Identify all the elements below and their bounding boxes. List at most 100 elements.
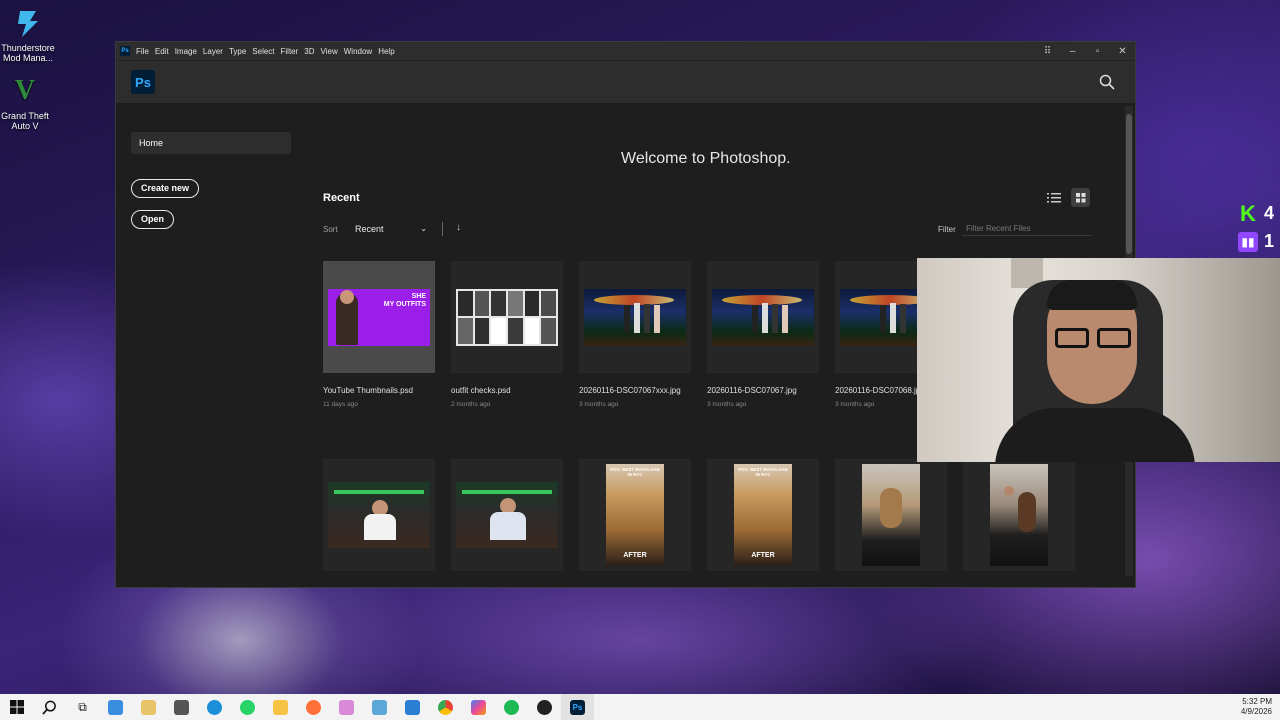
copilot-icon[interactable] [462, 694, 495, 720]
filter-recent-files-input[interactable] [962, 222, 1092, 236]
file-explorer-icon[interactable] [264, 694, 297, 720]
list-view-icon[interactable] [1046, 190, 1062, 206]
menu-view[interactable]: View [321, 47, 338, 56]
webcam-overlay [917, 258, 1280, 462]
close-button[interactable]: ✕ [1110, 46, 1135, 57]
thumbnail-text: MY OUTFITS [383, 300, 426, 308]
search-icon[interactable] [1099, 74, 1115, 90]
file-name: outfit checks.psd [451, 386, 511, 395]
menu-image[interactable]: Image [175, 47, 197, 56]
file-name: YouTube Thumbnails.psd [323, 386, 413, 395]
app-icon[interactable] [330, 694, 363, 720]
app-icon[interactable] [363, 694, 396, 720]
menu-layer[interactable]: Layer [203, 47, 223, 56]
file-thumbnail [579, 261, 691, 373]
taskbar: ⧉ Ps 5:32 PM 4/9/2026 [0, 694, 1280, 720]
menu-select[interactable]: Select [252, 47, 274, 56]
recent-file-card[interactable]: POV: BEST BAYALAGE IN NYC AFTER [579, 459, 691, 571]
firefox-icon[interactable] [297, 694, 330, 720]
desktop-icon-label: Grand Theft Auto V [1, 111, 49, 131]
recent-file-card[interactable]: 20260116-DSC07067.jpg 3 months ago [707, 261, 819, 408]
task-view-icon[interactable]: ⧉ [66, 694, 99, 720]
recent-file-card[interactable] [323, 459, 435, 571]
calculator-icon[interactable] [165, 694, 198, 720]
desktop-icon-thunderstore[interactable]: Thunderstore Mod Mana... [0, 6, 56, 63]
recent-file-card[interactable] [835, 459, 947, 571]
photoshop-logo[interactable]: Ps [131, 70, 155, 94]
menu-filter[interactable]: Filter [281, 47, 299, 56]
sort-value: Recent [355, 224, 384, 234]
file-thumbnail [451, 459, 563, 571]
widgets-icon[interactable] [99, 694, 132, 720]
recent-file-card[interactable]: POV: BEST BAYALAGE IN NYC AFTER [707, 459, 819, 571]
file-date: 3 months ago [707, 401, 747, 408]
kick-count: 4 [1263, 203, 1274, 223]
sidebar-item-home[interactable]: Home [131, 132, 291, 154]
whatsapp-icon[interactable] [231, 694, 264, 720]
filter-label: Filter [938, 225, 956, 234]
start-windows-icon[interactable] [0, 694, 33, 720]
spotify-icon[interactable] [495, 694, 528, 720]
kick-icon: K [1240, 200, 1256, 226]
clock-time: 5:32 PM [1242, 697, 1272, 706]
vscode-icon[interactable] [396, 694, 429, 720]
file-thumbnail [707, 261, 819, 373]
open-button[interactable]: Open [131, 210, 175, 229]
recent-file-card[interactable]: outfit checks.psd 2 months ago [451, 261, 563, 408]
menu-bar: Ps File Edit Image Layer Type Select Fil… [116, 42, 1135, 60]
maximize-button[interactable]: ▫ [1085, 46, 1110, 57]
file-date: 2 months ago [451, 401, 491, 408]
recent-file-card[interactable]: 20260116-DSC07067xxx.jpg 3 months ago [579, 261, 691, 408]
file-name: 20260116-DSC07067.jpg [707, 386, 797, 395]
twitch-count: 1 [1263, 231, 1274, 251]
file-thumbnail [451, 261, 563, 373]
menu-3d[interactable]: 3D [304, 47, 314, 56]
app-icon[interactable] [528, 694, 561, 720]
gta-v-icon: V [14, 75, 36, 106]
desktop-icon-gta5[interactable]: V Grand Theft Auto V [0, 74, 53, 132]
search-icon[interactable] [33, 694, 66, 720]
kick-viewer-counter: K 4 [1238, 200, 1274, 226]
file-date: 11 days ago [323, 401, 358, 408]
thumbnail-text: AFTER [751, 552, 775, 559]
system-clock[interactable]: 5:32 PM 4/9/2026 [1241, 697, 1272, 717]
recent-file-card[interactable] [963, 459, 1075, 571]
sort-direction-arrow-icon[interactable]: ↓ [456, 222, 461, 233]
grid-view-icon[interactable] [1071, 188, 1090, 207]
create-new-button[interactable]: Create new [131, 179, 200, 198]
recent-file-card[interactable]: SHE MY OUTFITS YouTube Thumbnails.psd 11… [323, 261, 435, 408]
sort-dropdown[interactable]: Recent ⌄ [355, 224, 427, 234]
welcome-heading: Welcome to Photoshop. [621, 150, 791, 167]
sort-label: Sort [323, 225, 338, 234]
thunderstore-icon [11, 6, 45, 40]
twitch-viewer-counter: ▮▮ 1 [1237, 231, 1274, 252]
edge-browser-icon[interactable] [198, 694, 231, 720]
recent-file-card[interactable]: 20260116-DSC07068.jpg 3 months ago [835, 261, 917, 408]
photoshop-app-icon[interactable]: Ps [120, 46, 130, 56]
chrome-icon[interactable] [429, 694, 462, 720]
menu-help[interactable]: Help [378, 47, 394, 56]
file-thumbnail [835, 459, 947, 571]
arrange-icon[interactable]: ⠿ [1035, 46, 1060, 57]
chevron-down-icon: ⌄ [420, 224, 427, 233]
menu-file[interactable]: File [136, 47, 149, 56]
recent-file-card[interactable] [451, 459, 563, 571]
glasses-right [1097, 328, 1131, 348]
clock-date: 4/9/2026 [1240, 707, 1272, 716]
file-thumbnail [963, 459, 1075, 571]
file-name: 20260116-DSC07067xxx.jpg [579, 386, 681, 395]
minimize-button[interactable]: – [1060, 46, 1085, 57]
file-thumbnail: POV: BEST BAYALAGE IN NYC AFTER [707, 459, 819, 571]
menu-type[interactable]: Type [229, 47, 246, 56]
menu-edit[interactable]: Edit [155, 47, 169, 56]
recent-heading: Recent [323, 192, 360, 204]
photoshop-taskbar-icon[interactable]: Ps [561, 694, 594, 720]
scrollbar-thumb[interactable] [1126, 114, 1132, 254]
glasses-left [1055, 328, 1089, 348]
file-thumbnail [323, 459, 435, 571]
file-thumbnail: POV: BEST BAYALAGE IN NYC AFTER [579, 459, 691, 571]
app-icon[interactable] [132, 694, 165, 720]
desktop-icon-label: Thunderstore Mod Mana... [1, 43, 55, 63]
person-shirt [995, 408, 1195, 462]
menu-window[interactable]: Window [344, 47, 372, 56]
